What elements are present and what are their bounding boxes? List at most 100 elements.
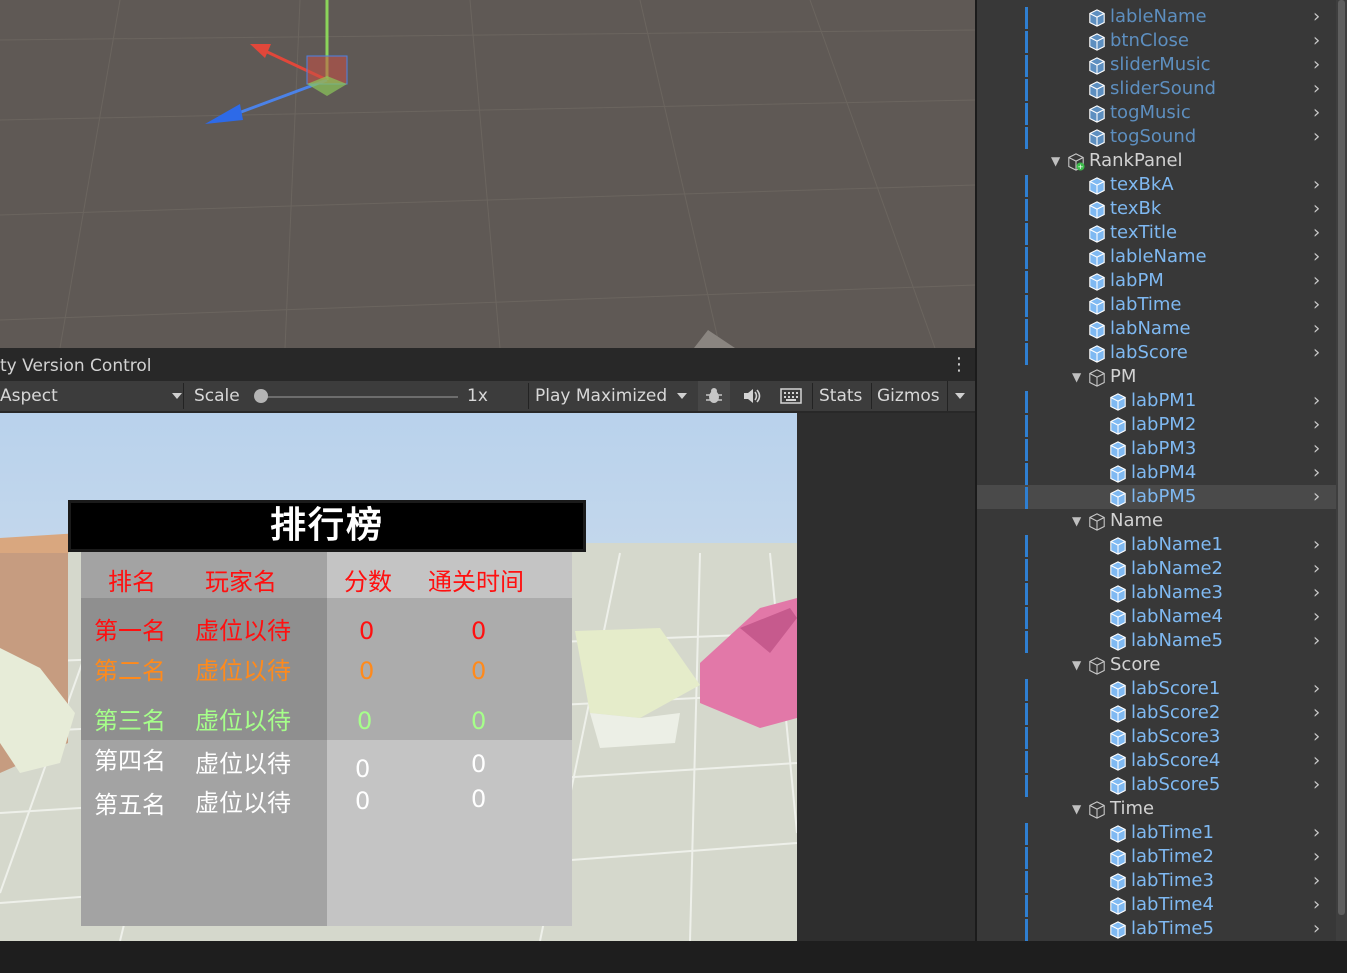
game-view[interactable]: 排行榜 排名 玩家名 分数 通关时间 第一名 虚位以待 0 0 第二名 虚位以待… <box>0 413 797 941</box>
chevron-right-icon[interactable]: › <box>1313 845 1320 869</box>
hierarchy-item[interactable]: ▼ + RankPanel <box>977 149 1347 173</box>
scale-slider-handle[interactable] <box>254 389 268 403</box>
hierarchy-item[interactable]: ▼ Score <box>977 653 1347 677</box>
hierarchy-item[interactable]: labTime5 › <box>977 917 1347 941</box>
chevron-right-icon[interactable]: › <box>1313 77 1320 101</box>
hierarchy-item[interactable]: lableName › <box>977 5 1347 29</box>
speaker-icon[interactable] <box>735 381 769 411</box>
chevron-right-icon[interactable]: › <box>1313 893 1320 917</box>
chevron-right-icon[interactable]: › <box>1313 725 1320 749</box>
hierarchy-item[interactable]: ▼ Time <box>977 797 1347 821</box>
hierarchy-item[interactable]: labName5 › <box>977 629 1347 653</box>
scale-slider-track[interactable] <box>258 396 458 398</box>
stats-button[interactable]: Stats <box>819 381 862 411</box>
chevron-right-icon[interactable]: › <box>1313 173 1320 197</box>
chevron-right-icon[interactable]: › <box>1313 701 1320 725</box>
hierarchy-item[interactable]: labScore1 › <box>977 677 1347 701</box>
chevron-right-icon[interactable]: › <box>1313 557 1320 581</box>
scene-view[interactable] <box>0 0 975 348</box>
hierarchy-item[interactable]: labScore › <box>977 341 1347 365</box>
hierarchy-item[interactable]: labPM2 › <box>977 413 1347 437</box>
aspect-dropdown[interactable]: Aspect <box>0 381 182 411</box>
chevron-right-icon[interactable]: › <box>1313 341 1320 365</box>
prefab-override-bar <box>1025 583 1028 605</box>
chevron-right-icon[interactable]: › <box>1313 869 1320 893</box>
chevron-right-icon[interactable]: › <box>1313 461 1320 485</box>
chevron-right-icon[interactable]: › <box>1313 245 1320 269</box>
hierarchy-item[interactable]: btnClose › <box>977 29 1347 53</box>
chevron-right-icon[interactable]: › <box>1313 533 1320 557</box>
foldout-arrow-icon[interactable]: ▼ <box>1051 149 1060 173</box>
hierarchy-item[interactable]: togSound › <box>977 125 1347 149</box>
chevron-right-icon[interactable]: › <box>1313 29 1320 53</box>
hierarchy-item[interactable]: labScore4 › <box>977 749 1347 773</box>
hierarchy-panel[interactable]: lableName › btnClose › sliderMusic › sliderSou… <box>977 0 1347 941</box>
hierarchy-item[interactable]: labScore3 › <box>977 725 1347 749</box>
hierarchy-item[interactable]: texTitle › <box>977 221 1347 245</box>
hierarchy-item[interactable]: labScore5 › <box>977 773 1347 797</box>
hierarchy-item[interactable]: texBk › <box>977 197 1347 221</box>
hierarchy-item[interactable]: labTime3 › <box>977 869 1347 893</box>
chevron-right-icon[interactable]: › <box>1313 581 1320 605</box>
hierarchy-item-label: labScore1 <box>1131 678 1221 699</box>
hierarchy-item[interactable]: sliderMusic › <box>977 53 1347 77</box>
hierarchy-item[interactable]: labName2 › <box>977 557 1347 581</box>
foldout-arrow-icon[interactable]: ▼ <box>1072 797 1081 821</box>
foldout-arrow-icon[interactable]: ▼ <box>1072 653 1081 677</box>
hierarchy-item-label: labPM4 <box>1131 462 1197 483</box>
hierarchy-item[interactable]: labName1 › <box>977 533 1347 557</box>
hierarchy-item[interactable]: labPM5 › <box>977 485 1347 509</box>
play-mode-dropdown[interactable]: Play Maximized <box>535 381 695 411</box>
chevron-right-icon[interactable]: › <box>1313 317 1320 341</box>
hierarchy-item[interactable]: sliderSound › <box>977 77 1347 101</box>
hierarchy-item[interactable]: labTime4 › <box>977 893 1347 917</box>
chevron-right-icon[interactable]: › <box>1313 917 1320 941</box>
chevron-right-icon[interactable]: › <box>1313 197 1320 221</box>
chevron-right-icon[interactable]: › <box>1313 5 1320 29</box>
prefab-cube-icon <box>1110 585 1126 603</box>
gizmos-button[interactable]: Gizmos <box>877 381 940 411</box>
foldout-arrow-icon[interactable]: ▼ <box>1072 509 1081 533</box>
version-control-title[interactable]: ty Version Control <box>0 356 152 376</box>
chevron-right-icon[interactable]: › <box>1313 53 1320 77</box>
hierarchy-item[interactable]: labTime › <box>977 293 1347 317</box>
hierarchy-item[interactable]: lableName › <box>977 245 1347 269</box>
hierarchy-item[interactable]: ▼ PM <box>977 365 1347 389</box>
hierarchy-item[interactable]: labTime1 › <box>977 821 1347 845</box>
hierarchy-item[interactable]: labName3 › <box>977 581 1347 605</box>
chevron-right-icon[interactable]: › <box>1313 749 1320 773</box>
hierarchy-item[interactable]: togMusic › <box>977 101 1347 125</box>
chevron-right-icon[interactable]: › <box>1313 485 1320 509</box>
hierarchy-item[interactable]: labPM3 › <box>977 437 1347 461</box>
chevron-right-icon[interactable]: › <box>1313 413 1320 437</box>
hierarchy-item[interactable]: labName4 › <box>977 605 1347 629</box>
hierarchy-item[interactable]: labScore2 › <box>977 701 1347 725</box>
foldout-arrow-icon[interactable]: ▼ <box>1072 365 1081 389</box>
chevron-right-icon[interactable]: › <box>1313 821 1320 845</box>
chevron-right-icon[interactable]: › <box>1313 101 1320 125</box>
chevron-right-icon[interactable]: › <box>1313 677 1320 701</box>
hierarchy-item[interactable]: labPM1 › <box>977 389 1347 413</box>
transform-gizmo-icon[interactable] <box>195 0 355 140</box>
chevron-right-icon[interactable]: › <box>1313 293 1320 317</box>
chevron-right-icon[interactable]: › <box>1313 269 1320 293</box>
chevron-right-icon[interactable]: › <box>1313 389 1320 413</box>
kebab-menu-icon[interactable]: ⋮ <box>950 354 968 375</box>
chevron-right-icon[interactable]: › <box>1313 221 1320 245</box>
keyboard-icon[interactable] <box>774 381 808 411</box>
chevron-right-icon[interactable]: › <box>1313 605 1320 629</box>
chevron-right-icon[interactable]: › <box>1313 125 1320 149</box>
chevron-right-icon[interactable]: › <box>1313 629 1320 653</box>
hierarchy-item-label: labPM5 <box>1131 486 1197 507</box>
bug-icon[interactable] <box>698 381 730 411</box>
hierarchy-item[interactable]: labPM › <box>977 269 1347 293</box>
hierarchy-item[interactable]: labPM4 › <box>977 461 1347 485</box>
gizmos-dropdown[interactable] <box>947 381 974 411</box>
hierarchy-item[interactable]: texBkA › <box>977 173 1347 197</box>
hierarchy-item[interactable]: labName › <box>977 317 1347 341</box>
chevron-right-icon[interactable]: › <box>1313 773 1320 797</box>
chevron-right-icon[interactable]: › <box>1313 437 1320 461</box>
hierarchy-item[interactable]: labTime2 › <box>977 845 1347 869</box>
hierarchy-item[interactable]: ▼ Name <box>977 509 1347 533</box>
hierarchy-scrollbar-thumb[interactable] <box>1338 0 1345 915</box>
